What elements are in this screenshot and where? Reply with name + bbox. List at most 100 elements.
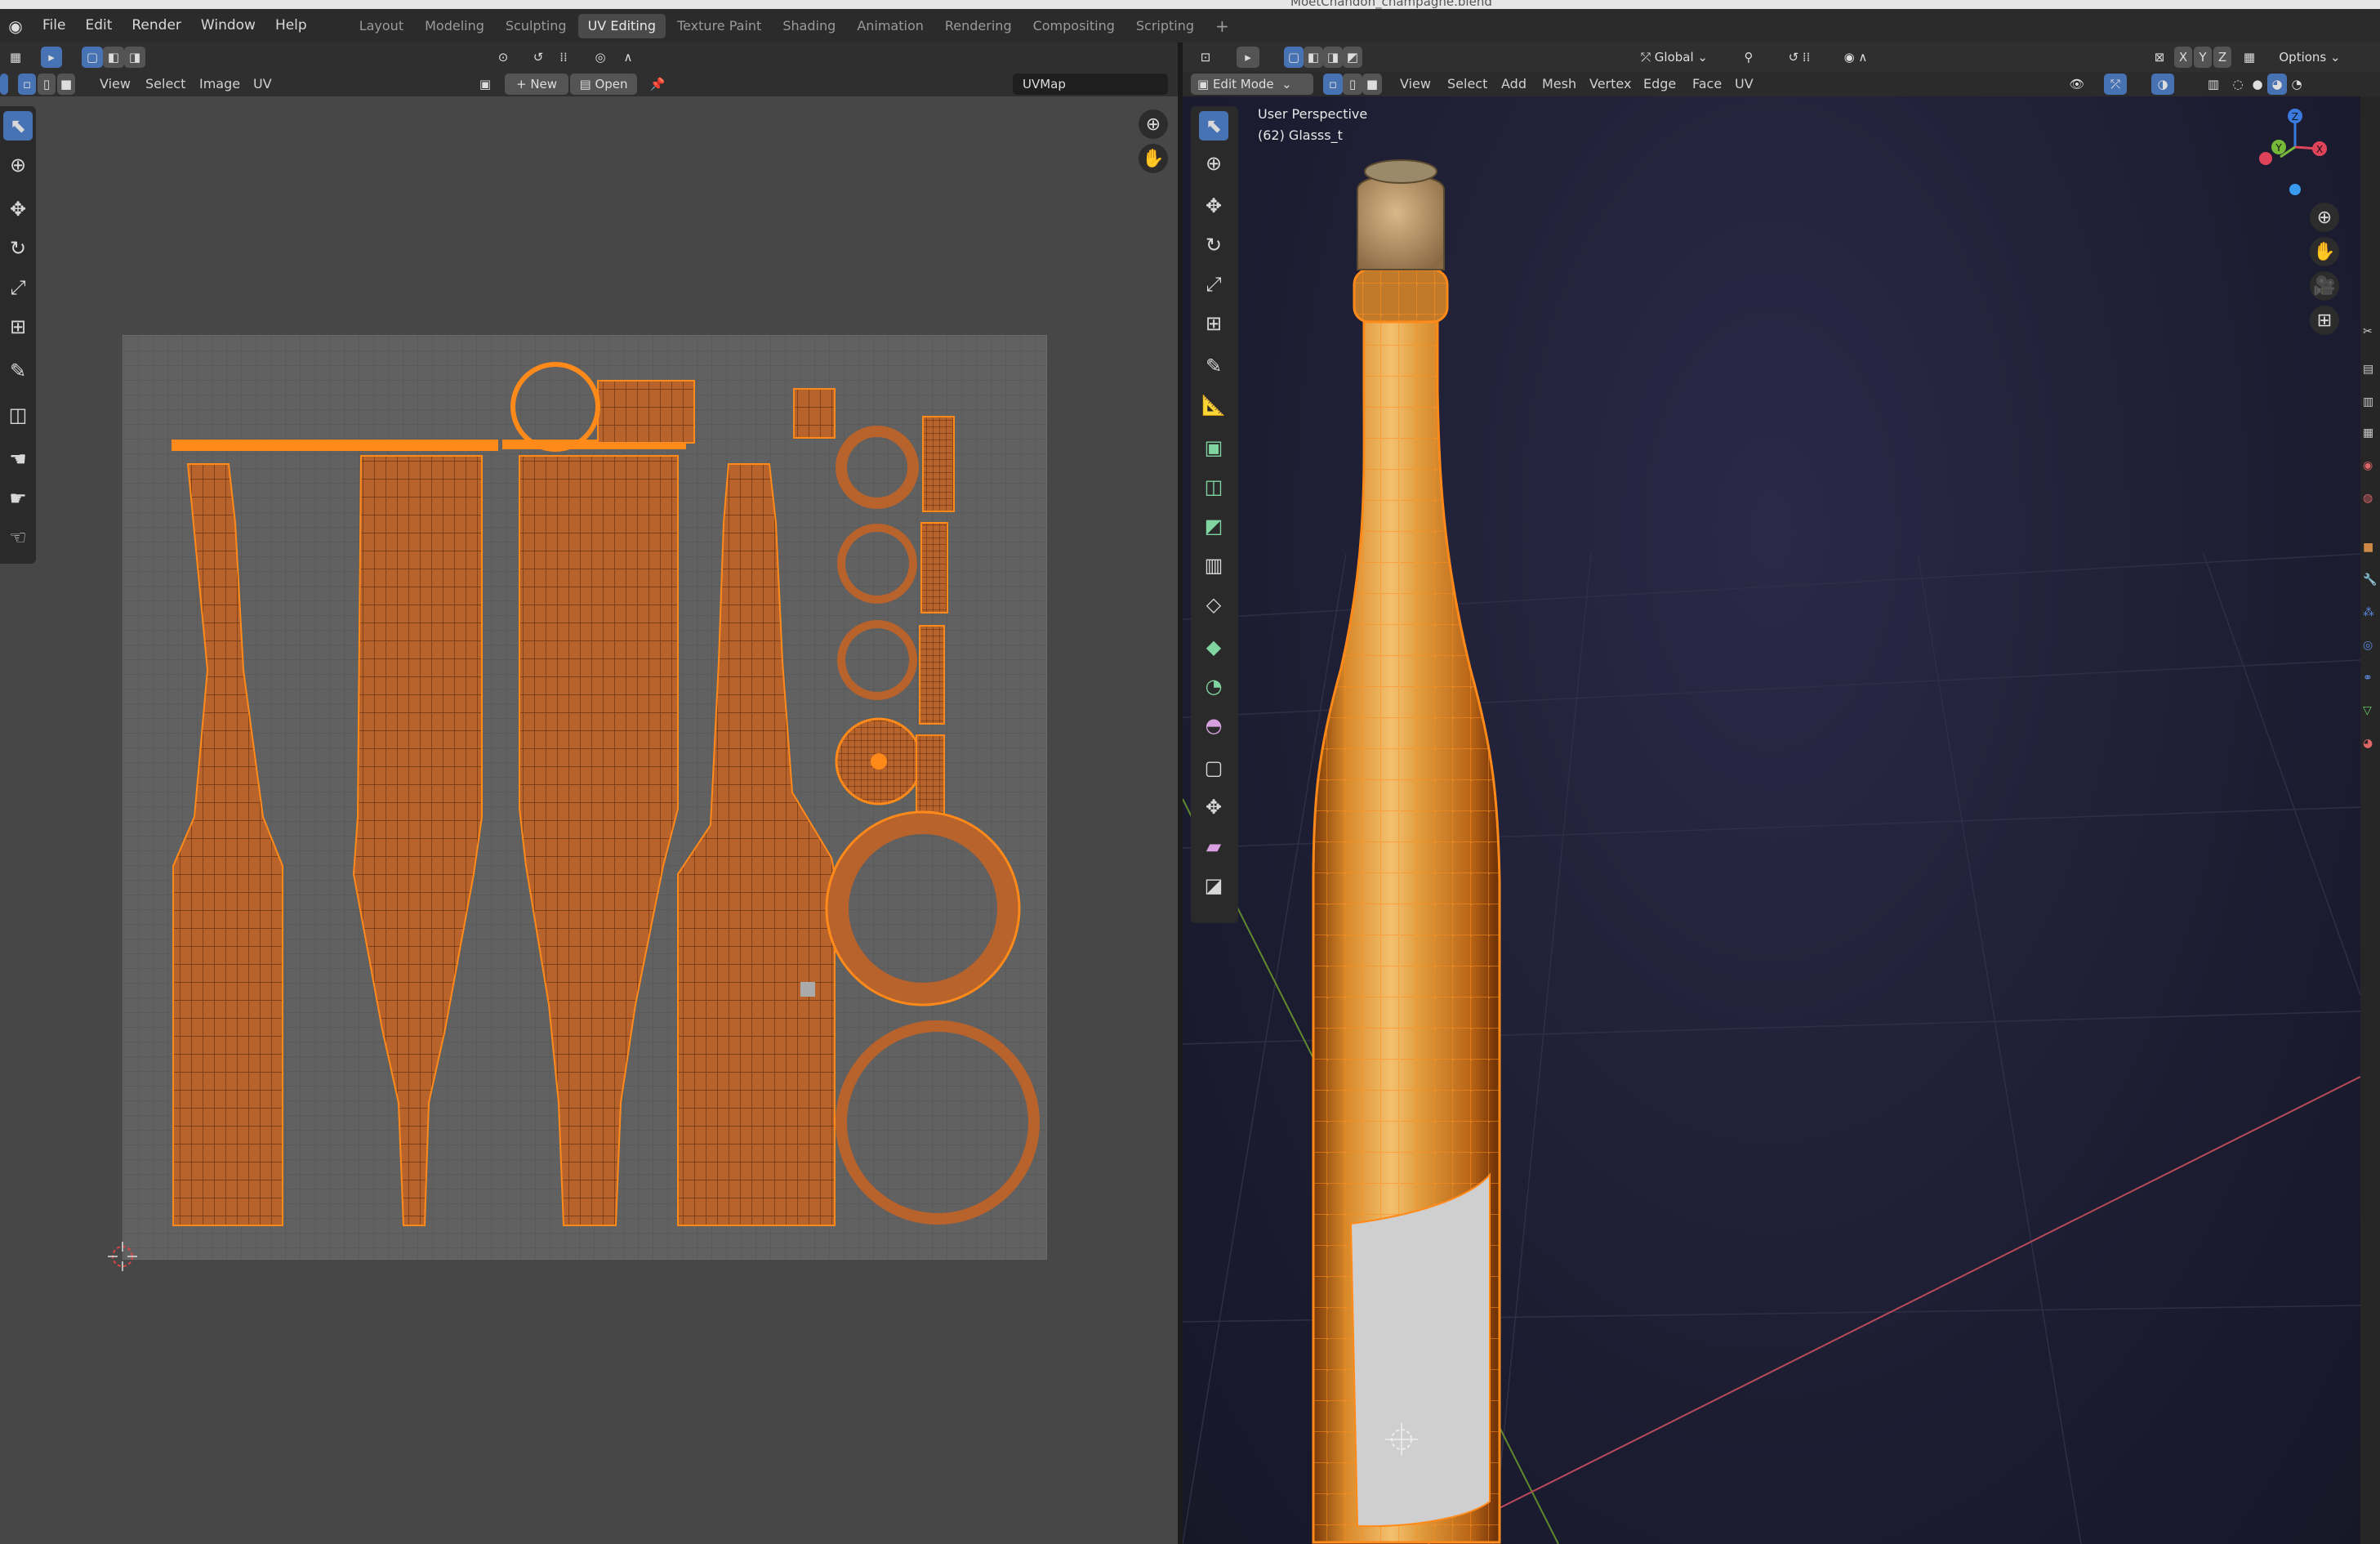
world-props-icon[interactable]: ◍: [2363, 492, 2378, 506]
tab-animation[interactable]: Animation: [847, 14, 934, 38]
vp-tool-move-icon[interactable]: ✥: [1199, 191, 1228, 221]
axis-y-toggle[interactable]: Y: [2194, 47, 2212, 68]
menu-edit[interactable]: Edit: [75, 9, 122, 42]
shading-solid-icon[interactable]: ●: [2248, 74, 2267, 95]
viewport-editor-type-icon[interactable]: ⊡: [1189, 47, 1222, 68]
vp-menu-face[interactable]: Face: [1692, 72, 1722, 96]
vp-tool-extrude-icon[interactable]: ▣: [1199, 433, 1228, 462]
snap-increment-icon[interactable]: ⁞⁞: [549, 47, 578, 68]
tab-uv-editing[interactable]: UV Editing: [577, 13, 666, 38]
vp-menu-view[interactable]: View: [1400, 72, 1431, 96]
gizmo-toggle-icon[interactable]: ⤱: [2104, 74, 2127, 95]
camera-icon[interactable]: 🎥: [2310, 271, 2339, 301]
tab-compositing[interactable]: Compositing: [1023, 14, 1125, 38]
vp-tool-poly-build-icon[interactable]: ◆: [1199, 632, 1228, 662]
viewport-select-extend-icon[interactable]: ◧: [1304, 47, 1323, 68]
uv-menu-view[interactable]: View: [100, 72, 131, 96]
vp-menu-vertex[interactable]: Vertex: [1589, 72, 1631, 96]
snap-icon[interactable]: ↺: [528, 47, 549, 68]
viewport-select-subtract-icon[interactable]: ◨: [1323, 47, 1343, 68]
vp-edge-select-icon[interactable]: ▯: [1343, 74, 1362, 95]
zoom-icon[interactable]: ⊕: [1139, 109, 1168, 139]
vp-menu-add[interactable]: Add: [1501, 72, 1526, 96]
transform-icon[interactable]: ⊞: [3, 312, 33, 341]
tool-props-icon[interactable]: ✂: [2363, 325, 2378, 340]
move-icon[interactable]: ✥: [3, 194, 33, 224]
vp-tool-shear-icon[interactable]: ▰: [1199, 832, 1228, 861]
render-props-icon[interactable]: ▤: [2363, 363, 2378, 377]
vp-pan-hand-icon[interactable]: ✋: [2310, 237, 2339, 266]
material-props-icon[interactable]: ◕: [2363, 737, 2378, 752]
particles-props-icon[interactable]: ⁂: [2363, 606, 2378, 621]
transform-orientation-dropdown[interactable]: ⤱ Global ⌄: [1625, 47, 1723, 68]
xray-icon[interactable]: ▥: [2202, 74, 2225, 95]
overlay-toggle-icon[interactable]: ◑: [2151, 74, 2174, 95]
open-image-button[interactable]: ▤ Open: [570, 74, 637, 95]
rotate-icon[interactable]: ↻: [3, 234, 33, 263]
tab-texture-paint[interactable]: Texture Paint: [667, 14, 771, 38]
tab-shading[interactable]: Shading: [773, 14, 845, 38]
vp-face-select-icon[interactable]: ■: [1362, 74, 1382, 95]
vp-menu-edge[interactable]: Edge: [1643, 72, 1676, 96]
select-icon[interactable]: ⬉: [3, 111, 33, 141]
vp-tool-knife-icon[interactable]: ◇: [1199, 590, 1228, 619]
pivot-icon[interactable]: ⊙: [487, 47, 519, 68]
vp-tool-rip-region-icon[interactable]: ◪: [1199, 871, 1228, 900]
axis-x-toggle[interactable]: X: [2174, 47, 2192, 68]
add-workspace-icon[interactable]: +: [1206, 14, 1239, 38]
editor-type-icon[interactable]: ▦: [3, 47, 28, 68]
scale-icon[interactable]: ⤢: [3, 273, 33, 302]
vp-tool-cursor-icon[interactable]: ⊕: [1199, 149, 1228, 178]
menu-file[interactable]: File: [33, 9, 75, 42]
tab-sculpting[interactable]: Sculpting: [496, 14, 577, 38]
constraints-props-icon[interactable]: ⚭: [2363, 672, 2378, 686]
rip-icon[interactable]: ◫: [3, 400, 33, 430]
tab-modeling[interactable]: Modeling: [415, 14, 494, 38]
pin-icon[interactable]: 📌: [647, 74, 668, 95]
vertex-select-icon[interactable]: ▫: [18, 74, 36, 95]
falloff-icon[interactable]: ∧: [614, 47, 642, 68]
vp-tool-measure-icon[interactable]: 📐: [1199, 390, 1228, 420]
mesh-options-icon[interactable]: ▦: [2238, 47, 2261, 68]
options-dropdown[interactable]: Options ⌄: [2271, 47, 2349, 68]
physics-props-icon[interactable]: ◎: [2363, 639, 2378, 654]
pan-hand-icon[interactable]: ✋: [1139, 144, 1168, 173]
vp-tool-spin-icon[interactable]: ◔: [1199, 672, 1228, 701]
object-props-icon[interactable]: ■: [2363, 541, 2378, 556]
select-subtract-icon[interactable]: ◨: [124, 47, 145, 68]
proportional-icon[interactable]: ◉ ∧: [1833, 47, 1879, 68]
vp-tool-rotate-icon[interactable]: ↻: [1199, 230, 1228, 260]
image-browse-icon[interactable]: ▣: [469, 74, 501, 95]
tab-layout[interactable]: Layout: [350, 14, 413, 38]
menu-render[interactable]: Render: [122, 9, 191, 42]
vp-zoom-icon[interactable]: ⊕: [2310, 203, 2339, 232]
vp-menu-select[interactable]: Select: [1447, 72, 1487, 96]
menu-help[interactable]: Help: [265, 9, 317, 42]
sync-selection-icon[interactable]: [0, 74, 8, 95]
cursor-icon[interactable]: ⊕: [3, 150, 33, 180]
menu-window[interactable]: Window: [191, 9, 265, 42]
blender-logo-icon[interactable]: ◉: [3, 14, 28, 38]
uv-menu-select[interactable]: Select: [145, 72, 185, 96]
pinch-icon[interactable]: ☜: [3, 523, 33, 552]
uv-map-field[interactable]: UVMap: [1013, 74, 1168, 95]
grab-icon[interactable]: ☚: [3, 444, 33, 474]
vp-tool-select-icon[interactable]: ⬉: [1199, 111, 1228, 141]
scene-props-icon[interactable]: ◉: [2363, 459, 2378, 474]
mirror-icon[interactable]: ⊠: [2148, 47, 2171, 68]
vp-menu-uv[interactable]: UV: [1735, 72, 1754, 96]
shading-rendered-icon[interactable]: ◔: [2287, 74, 2306, 95]
uv-2d-cursor-icon[interactable]: [106, 1240, 139, 1273]
annotate-icon[interactable]: ✎: [3, 356, 33, 386]
new-image-button[interactable]: + New: [505, 74, 568, 95]
vp-tool-transform-icon[interactable]: ⊞: [1199, 309, 1228, 338]
shading-wire-icon[interactable]: ◌: [2228, 74, 2248, 95]
view-layer-props-icon[interactable]: ▦: [2363, 426, 2378, 441]
select-tool-icon[interactable]: ▸: [41, 47, 62, 68]
viewport-select-invert-icon[interactable]: ◩: [1343, 47, 1362, 68]
select-box-icon[interactable]: ▢: [82, 47, 103, 68]
vp-tool-inset-icon[interactable]: ◫: [1199, 472, 1228, 502]
viewport-select-box-icon[interactable]: ▢: [1284, 47, 1304, 68]
vp-tool-loop-cut-icon[interactable]: ▥: [1199, 551, 1228, 580]
visibility-icon[interactable]: 👁: [2058, 74, 2096, 95]
